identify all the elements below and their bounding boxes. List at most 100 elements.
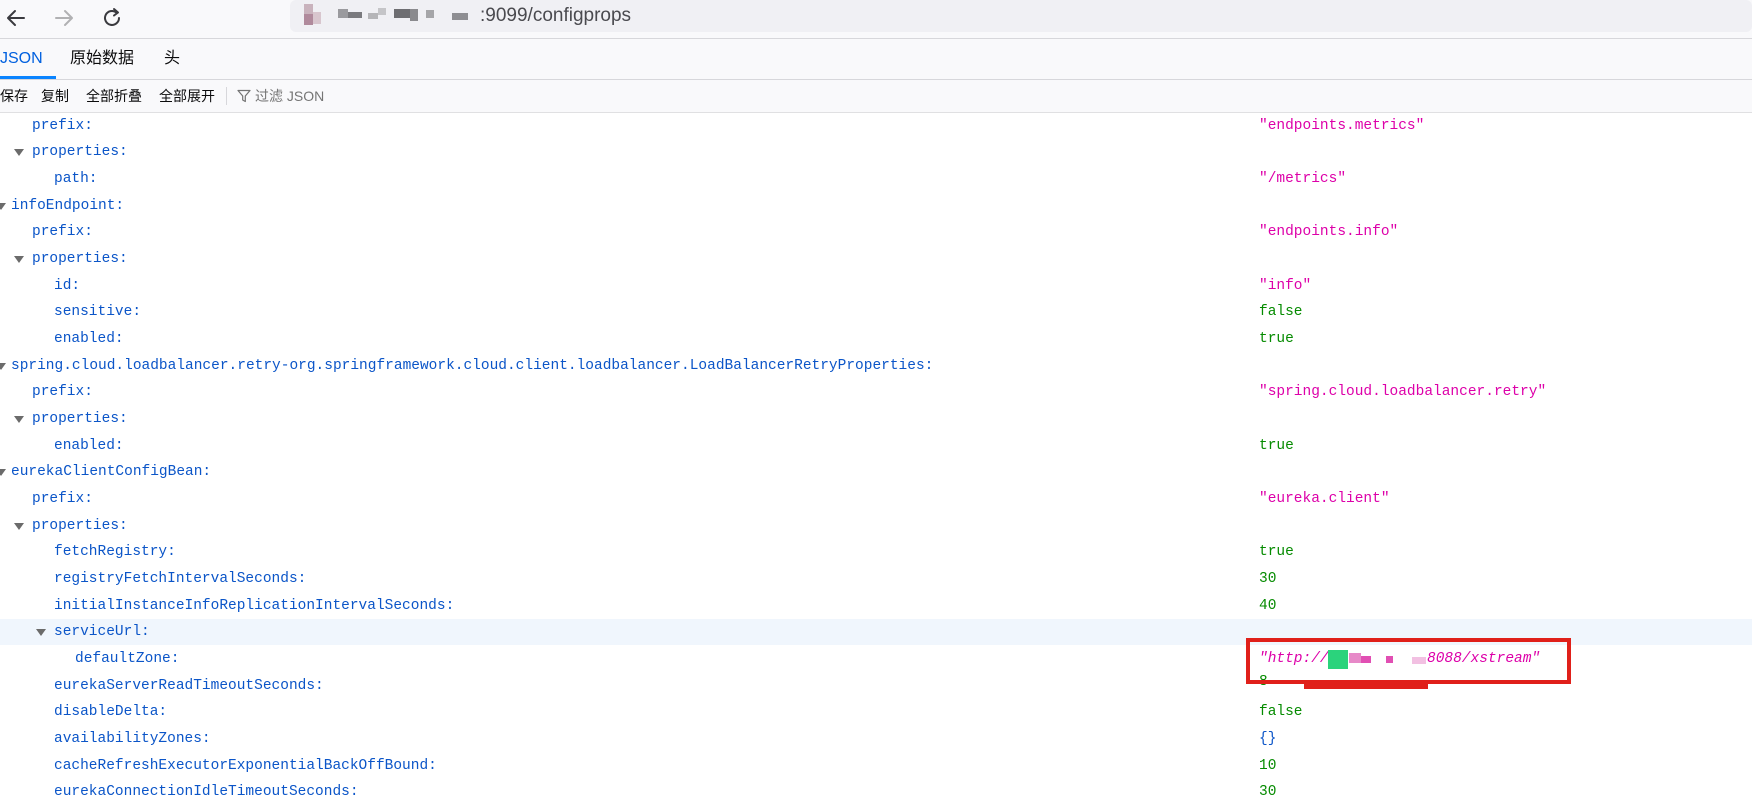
- tree-row[interactable]: eurekaConnectionIdleTimeoutSeconds: 30: [0, 779, 1752, 805]
- tree-row[interactable]: enabled: true: [0, 433, 1752, 459]
- expand-toggle-icon[interactable]: [0, 469, 6, 476]
- forward-button[interactable]: [50, 4, 78, 32]
- copy-button[interactable]: 复制: [41, 80, 69, 112]
- tree-value: false: [1259, 304, 1303, 320]
- tab-raw-data[interactable]: 原始数据: [70, 39, 134, 79]
- json-tree: prefix: "endpoints.metrics" properties: …: [0, 113, 1752, 802]
- tree-key: properties:: [32, 518, 128, 534]
- tree-value: 30: [1259, 784, 1277, 800]
- tree-value: "info": [1259, 278, 1312, 294]
- tree-key: serviceUrl:: [54, 624, 150, 640]
- expand-toggle-icon[interactable]: [0, 203, 6, 210]
- tree-key: registryFetchIntervalSeconds:: [54, 571, 307, 587]
- tree-row[interactable]: id: "info": [0, 273, 1752, 299]
- annotation-underline: [1304, 683, 1428, 689]
- redacted-host: [1328, 650, 1348, 669]
- tree-row[interactable]: prefix: "endpoints.info": [0, 219, 1752, 245]
- tree-key: fetchRegistry:: [54, 544, 176, 560]
- expand-toggle-icon[interactable]: [0, 363, 6, 370]
- arrow-left-icon: [7, 10, 25, 26]
- value-suffix: 8088/xstream": [1427, 651, 1541, 667]
- expand-toggle-icon[interactable]: [14, 149, 24, 156]
- tree-value: "http://: [1259, 646, 1329, 672]
- tree-key: path:: [54, 171, 98, 187]
- collapse-all-button[interactable]: 全部折叠: [86, 80, 142, 112]
- tree-row[interactable]: prefix: "spring.cloud.loadbalancer.retry…: [0, 379, 1752, 405]
- tree-row[interactable]: defaultZone: "http:// 8088/xstream": [0, 646, 1752, 672]
- reload-button[interactable]: [98, 4, 126, 32]
- url-bar[interactable]: :9099/configprops: [290, 0, 1752, 32]
- tree-value: true: [1259, 331, 1294, 347]
- tree-row[interactable]: path: "/metrics": [0, 166, 1752, 192]
- funnel-icon: [237, 89, 251, 103]
- value-prefix: "http://: [1259, 651, 1329, 667]
- tree-key: eurekaServerReadTimeoutSeconds:: [54, 678, 324, 694]
- browser-nav-bar: :9099/configprops: [0, 0, 1752, 39]
- tree-row[interactable]: cacheRefreshExecutorExponentialBackOffBo…: [0, 753, 1752, 779]
- tree-key: sensitive:: [54, 304, 142, 320]
- tree-value: 8: [1259, 674, 1268, 690]
- tree-key: prefix:: [32, 491, 93, 507]
- tree-row[interactable]: properties:: [0, 139, 1752, 165]
- tree-key: infoEndpoint:: [11, 198, 125, 214]
- tree-value: "eureka.client": [1259, 491, 1390, 507]
- tree-row[interactable]: prefix: "endpoints.metrics": [0, 113, 1752, 139]
- tree-row[interactable]: registryFetchIntervalSeconds: 30: [0, 566, 1752, 592]
- tree-row[interactable]: sensitive: false: [0, 299, 1752, 325]
- tree-key: prefix:: [32, 118, 93, 134]
- tree-key: enabled:: [54, 331, 124, 347]
- tree-key: eurekaConnectionIdleTimeoutSeconds:: [54, 784, 359, 800]
- tree-row[interactable]: serviceUrl:: [0, 619, 1752, 645]
- tree-value: 40: [1259, 598, 1277, 614]
- tree-value: true: [1259, 438, 1294, 454]
- active-tab-indicator: [0, 76, 56, 79]
- tree-key: properties:: [32, 411, 128, 427]
- tree-row[interactable]: properties:: [0, 513, 1752, 539]
- tree-row[interactable]: prefix: "eureka.client": [0, 486, 1752, 512]
- tab-json[interactable]: JSON: [0, 39, 43, 79]
- tree-value: 10: [1259, 758, 1277, 774]
- json-toolbar: 保存 复制 全部折叠 全部展开: [0, 80, 1752, 113]
- tree-row[interactable]: enabled: true: [0, 326, 1752, 352]
- expand-toggle-icon[interactable]: [14, 416, 24, 423]
- tree-value: "endpoints.metrics": [1259, 118, 1425, 134]
- tree-value: false: [1259, 704, 1303, 720]
- tree-row[interactable]: availabilityZones: {}: [0, 726, 1752, 752]
- tree-row[interactable]: eurekaServerReadTimeoutSeconds: 8: [0, 673, 1752, 699]
- tree-row[interactable]: properties:: [0, 246, 1752, 272]
- expand-toggle-icon[interactable]: [36, 629, 46, 636]
- filter-json-input[interactable]: [255, 84, 555, 108]
- tree-key: id:: [54, 278, 81, 294]
- url-text: :9099/configprops: [480, 5, 632, 26]
- tree-key: cacheRefreshExecutorExponentialBackOffBo…: [54, 758, 437, 774]
- redacted-favicon: [304, 4, 313, 14]
- tree-value: 30: [1259, 571, 1277, 587]
- arrow-right-icon: [55, 10, 73, 26]
- tree-row[interactable]: initialInstanceInfoReplicationIntervalSe…: [0, 593, 1752, 619]
- expand-toggle-icon[interactable]: [14, 523, 24, 530]
- tree-key: properties:: [32, 144, 128, 160]
- tree-row[interactable]: infoEndpoint:: [0, 193, 1752, 219]
- tree-row[interactable]: properties:: [0, 406, 1752, 432]
- tree-value: "/metrics": [1259, 171, 1347, 187]
- tree-key: availabilityZones:: [54, 731, 211, 747]
- tab-headers[interactable]: 头: [164, 39, 180, 79]
- redacted-host: [338, 9, 348, 18]
- tree-value: "endpoints.info": [1259, 224, 1399, 240]
- tree-row[interactable]: spring.cloud.loadbalancer.retry-org.spri…: [0, 353, 1752, 379]
- tree-key: enabled:: [54, 438, 124, 454]
- tree-value: true: [1259, 544, 1294, 560]
- tree-key: eurekaClientConfigBean:: [11, 464, 212, 480]
- back-button[interactable]: [2, 4, 30, 32]
- tree-row[interactable]: eurekaClientConfigBean:: [0, 459, 1752, 485]
- viewer-tab-bar: JSON 原始数据 头: [0, 39, 1752, 80]
- tree-row[interactable]: fetchRegistry: true: [0, 539, 1752, 565]
- expand-toggle-icon[interactable]: [14, 256, 24, 263]
- tree-row[interactable]: disableDelta: false: [0, 699, 1752, 725]
- tree-key: prefix:: [32, 224, 93, 240]
- tree-value: {}: [1259, 731, 1277, 747]
- tree-key: disableDelta:: [54, 704, 168, 720]
- tree-key: spring.cloud.loadbalancer.retry-org.spri…: [11, 358, 934, 374]
- expand-all-button[interactable]: 全部展开: [159, 80, 215, 112]
- save-button[interactable]: 保存: [0, 80, 28, 112]
